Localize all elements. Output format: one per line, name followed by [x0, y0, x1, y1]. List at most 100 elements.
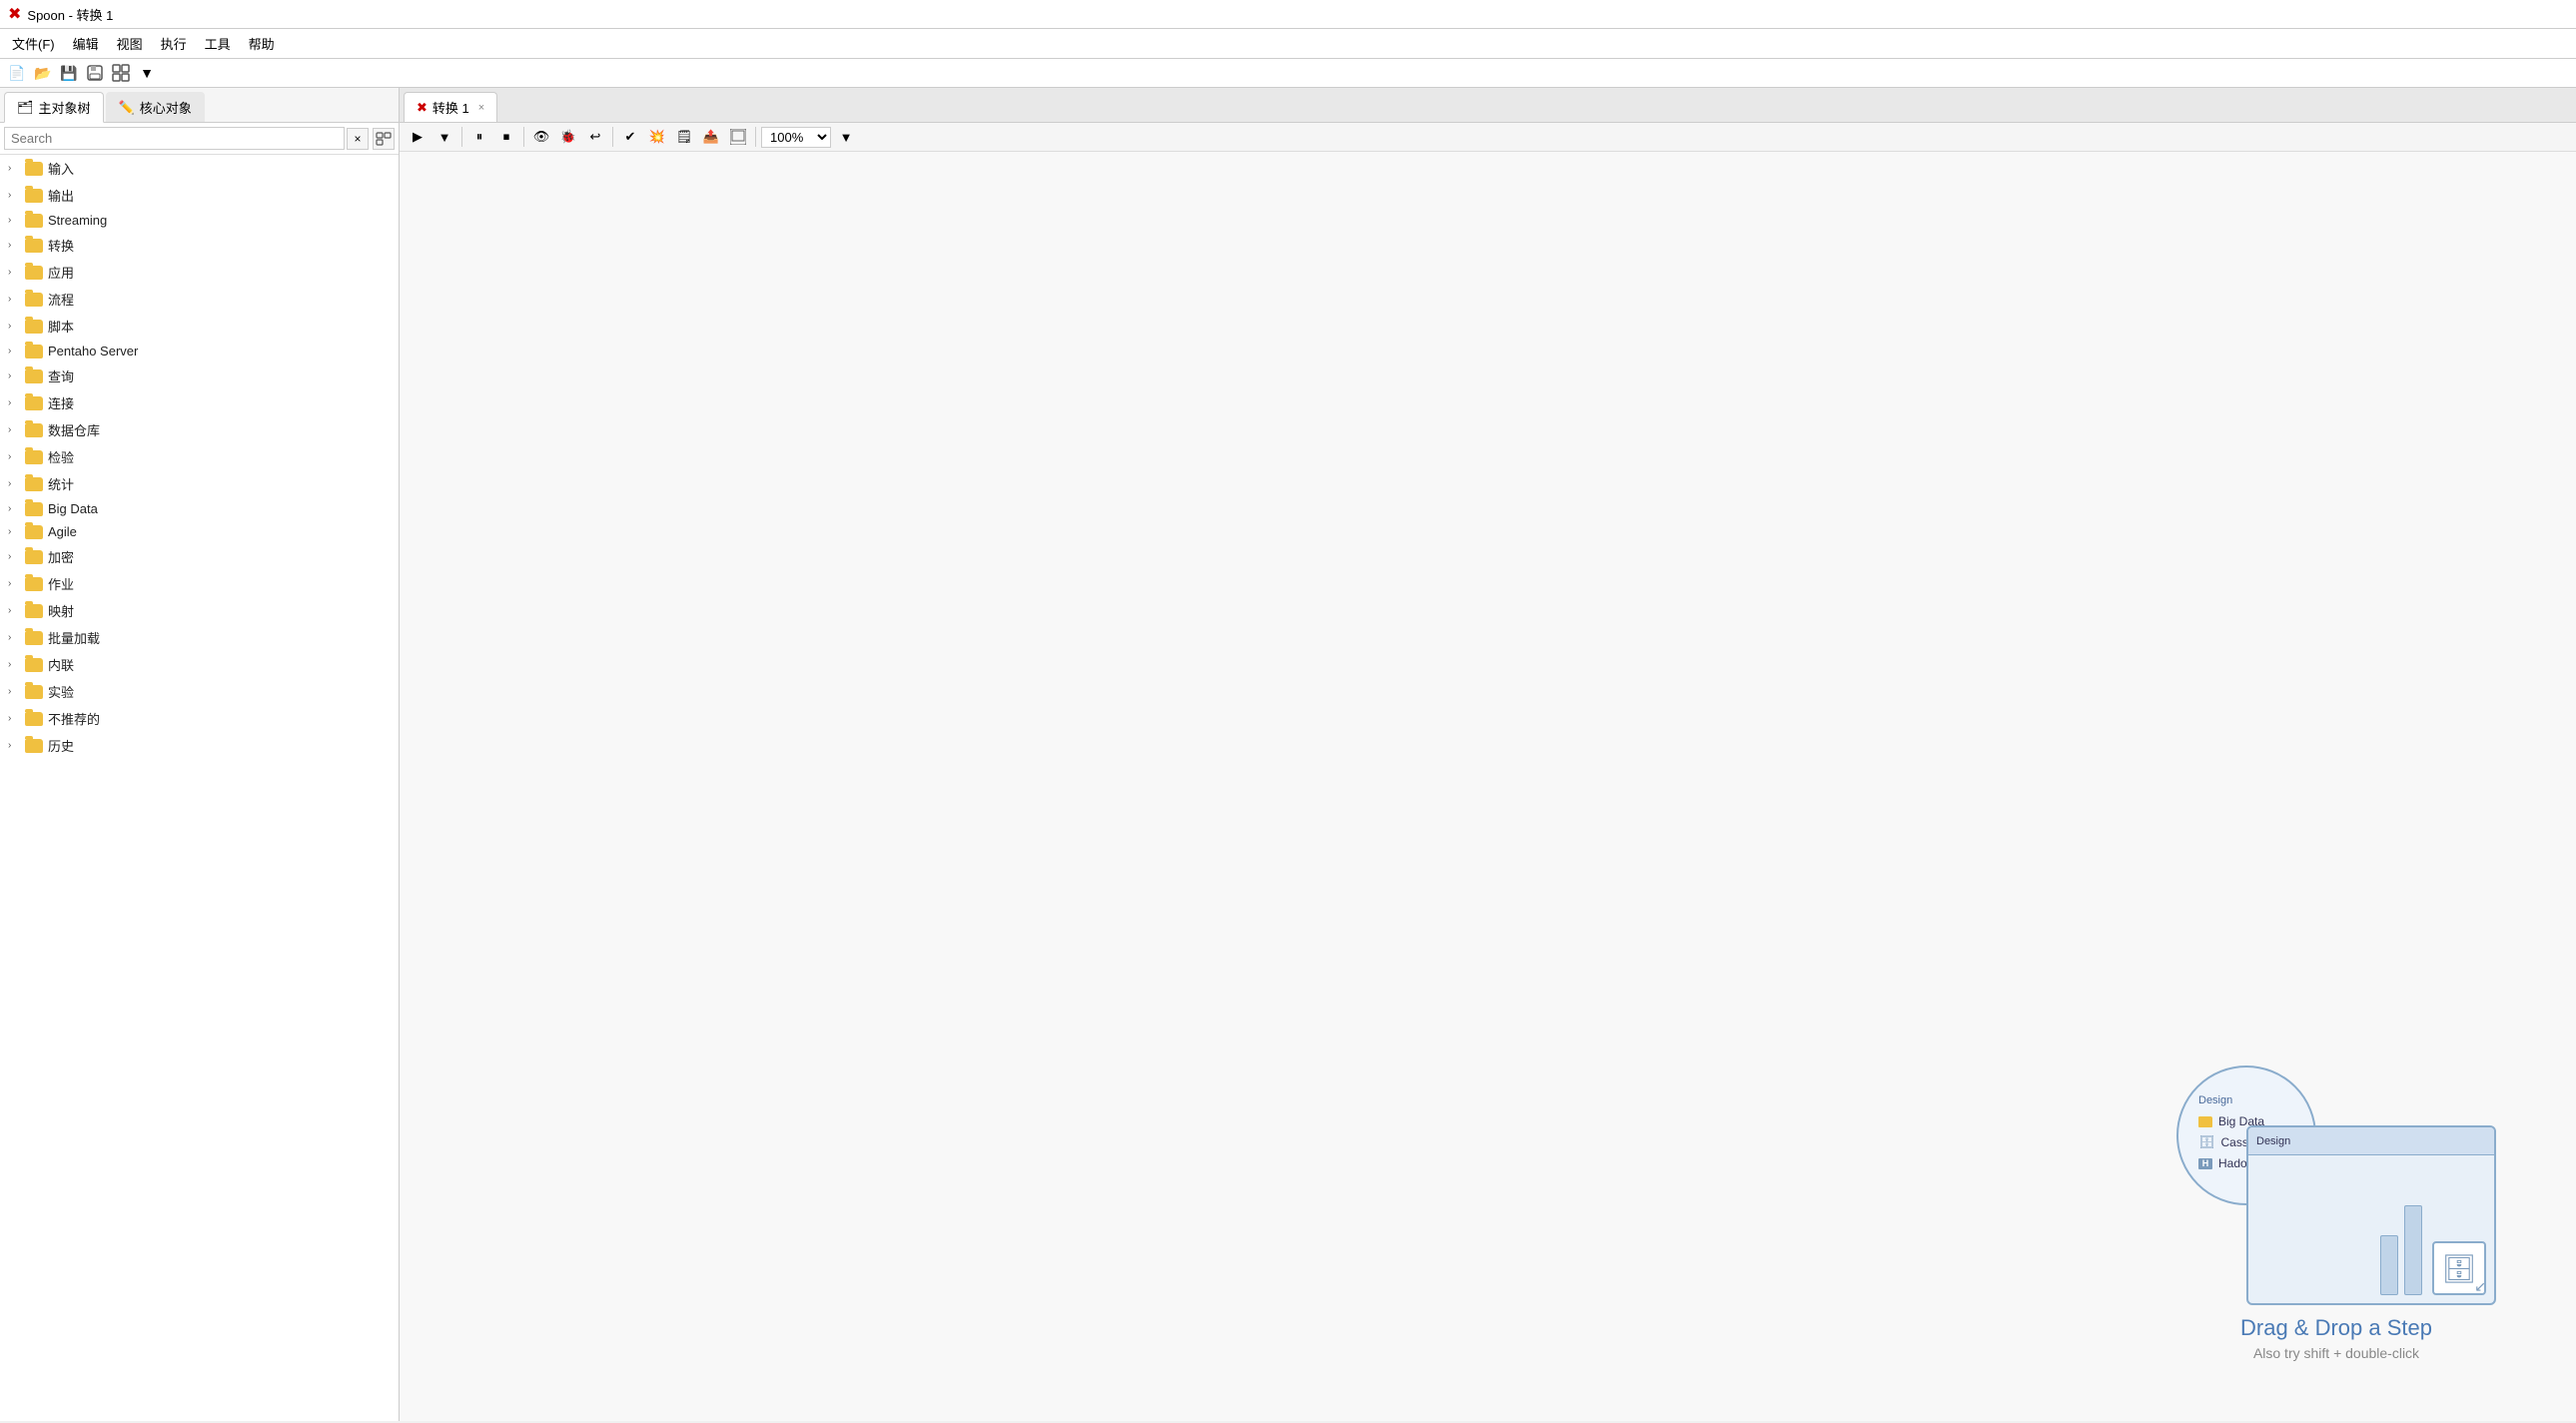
- dnd-circle-title: Design: [2198, 1094, 2232, 1106]
- app-title: Spoon - 转换 1: [27, 5, 113, 24]
- tree-item[interactable]: ›Agile: [0, 520, 399, 543]
- tree-item[interactable]: › 作业: [0, 570, 399, 597]
- tree-item[interactable]: ›查询: [0, 362, 399, 389]
- tree-item[interactable]: ›历史: [0, 732, 399, 759]
- tree-item-label: 统计: [48, 474, 74, 493]
- settings-btn[interactable]: [726, 126, 750, 148]
- new-file-btn[interactable]: 📄: [6, 62, 28, 84]
- search-expand-btn[interactable]: [373, 128, 395, 150]
- tree-chevron-icon: ›: [8, 321, 20, 332]
- tab-core-objects[interactable]: ✏️ 核心对象: [106, 92, 205, 122]
- dnd-card: Design 🗄 ↙: [2246, 1125, 2496, 1305]
- tree-item[interactable]: ›Pentaho Server: [0, 340, 399, 362]
- tree-item[interactable]: ›数据仓库: [0, 416, 399, 443]
- open-btn[interactable]: 📂: [32, 62, 54, 84]
- folder-icon: [25, 396, 43, 410]
- zoom-select[interactable]: 50% 75% 100% 150% 200%: [761, 127, 831, 148]
- tree-chevron-icon: ›: [8, 578, 20, 589]
- pause-btn[interactable]: ⏸: [467, 126, 491, 148]
- canvas-tabs: ✖ 转换 1 ×: [400, 88, 2576, 123]
- hadoop-icon: H: [2198, 1158, 2212, 1169]
- tree-item[interactable]: ›批量加载: [0, 624, 399, 651]
- tree-chevron-icon: ›: [8, 478, 20, 489]
- toolbar-sep-1: [461, 127, 462, 147]
- tree-chevron-icon: ›: [8, 370, 20, 381]
- titlebar: ✖ Spoon - 转换 1: [0, 0, 2576, 29]
- folder-icon: [25, 266, 43, 280]
- menu-run[interactable]: 执行: [153, 31, 195, 56]
- run-btn[interactable]: ▶: [406, 126, 429, 148]
- check-btn[interactable]: ✔: [618, 126, 642, 148]
- tree-item-label: 输出: [48, 186, 74, 205]
- menu-tools[interactable]: 工具: [197, 31, 239, 56]
- tree-item[interactable]: › 统计: [0, 470, 399, 497]
- tree-item[interactable]: ›转换: [0, 232, 399, 259]
- tree-item[interactable]: ›连接: [0, 389, 399, 416]
- toolbar-dropdown-btn[interactable]: ▼: [136, 62, 158, 84]
- tree-item[interactable]: › 映射: [0, 597, 399, 624]
- tree-item[interactable]: ›应用: [0, 259, 399, 286]
- toolbar: 📄 📂 💾 ▼: [0, 59, 2576, 88]
- tree-chevron-icon: ›: [8, 551, 20, 562]
- tree-item-label: 加密: [48, 547, 74, 566]
- save-btn[interactable]: 💾: [58, 62, 80, 84]
- explore-btn[interactable]: [110, 62, 132, 84]
- search-clear-btn[interactable]: ×: [347, 128, 369, 150]
- tree-item[interactable]: ›实验: [0, 678, 399, 705]
- tree-chevron-icon: ›: [8, 240, 20, 251]
- folder-icon: [25, 239, 43, 253]
- tree-chevron-icon: ›: [8, 424, 20, 435]
- tree-item[interactable]: ›输出: [0, 182, 399, 209]
- tree-chevron-icon: ›: [8, 740, 20, 751]
- impact-btn[interactable]: 💥: [645, 126, 669, 148]
- preview-btn[interactable]: 👁: [529, 126, 553, 148]
- tree-item-label: 映射: [48, 601, 74, 620]
- sql-btn[interactable]: 🗒: [672, 126, 696, 148]
- tree-chevron-icon: ›: [8, 713, 20, 724]
- tree-item-label: 输入: [48, 159, 74, 178]
- folder-icon: [25, 577, 43, 591]
- replay-btn[interactable]: ↩: [583, 126, 607, 148]
- search-bar: ×: [0, 123, 399, 155]
- tab-core-objects-icon: ✏️: [119, 100, 135, 116]
- tab-main-object-tree[interactable]: 🗂 主对象树: [4, 92, 104, 123]
- tree-item-label: 实验: [48, 682, 74, 701]
- tree-item[interactable]: ›Streaming: [0, 209, 399, 232]
- tree-item[interactable]: ›Big Data: [0, 497, 399, 520]
- tree-item-label: 检验: [48, 447, 74, 466]
- tree-item[interactable]: ›流程: [0, 286, 399, 313]
- tree-item-label: Agile: [48, 524, 77, 539]
- dnd-card-body: 🗄 ↙: [2248, 1155, 2494, 1303]
- menu-help[interactable]: 帮助: [241, 31, 283, 56]
- search-input[interactable]: [4, 127, 345, 150]
- tree-item[interactable]: ›检验: [0, 443, 399, 470]
- tree-item-label: 作业: [48, 574, 74, 593]
- main-layout: 🗂 主对象树 ✏️ 核心对象 × ›输入›输出›Streaming›转换›应用›…: [0, 88, 2576, 1421]
- menu-edit[interactable]: 编辑: [65, 31, 107, 56]
- run-dropdown-btn[interactable]: ▼: [432, 126, 456, 148]
- canvas-area[interactable]: Design Big Data 🗄 Cassandr... H Hadoop..…: [400, 152, 2576, 1421]
- dnd-col-1: [2380, 1235, 2398, 1295]
- zoom-dropdown-btn[interactable]: ▼: [834, 126, 858, 148]
- tree-item[interactable]: ›脚本: [0, 313, 399, 340]
- folder-icon-bigdata: [2198, 1116, 2212, 1127]
- canvas-tab-label: 转换 1: [432, 98, 469, 117]
- tree-chevron-icon: ›: [8, 215, 20, 226]
- menu-file[interactable]: 文件(F): [4, 31, 63, 56]
- tree-item[interactable]: ›不推荐的: [0, 705, 399, 732]
- canvas-tab-transform1[interactable]: ✖ 转换 1 ×: [404, 92, 497, 122]
- canvas-tab-close[interactable]: ×: [478, 102, 484, 114]
- right-panel: ✖ 转换 1 × ▶ ▼ ⏸ ⏹ 👁 🐞 ↩ ✔ 💥 🗒 📤: [400, 88, 2576, 1421]
- tree-item-label: Pentaho Server: [48, 344, 138, 358]
- tree-item[interactable]: ›输入: [0, 155, 399, 182]
- saveas-btn[interactable]: [84, 62, 106, 84]
- stop-btn[interactable]: ⏹: [494, 126, 518, 148]
- tree-chevron-icon: ›: [8, 605, 20, 616]
- tree-chevron-icon: ›: [8, 267, 20, 278]
- tree-item[interactable]: › 加密: [0, 543, 399, 570]
- folder-icon: [25, 214, 43, 228]
- export-btn[interactable]: 📤: [699, 126, 723, 148]
- debug-btn[interactable]: 🐞: [556, 126, 580, 148]
- menu-view[interactable]: 视图: [109, 31, 151, 56]
- tree-item[interactable]: ›内联: [0, 651, 399, 678]
